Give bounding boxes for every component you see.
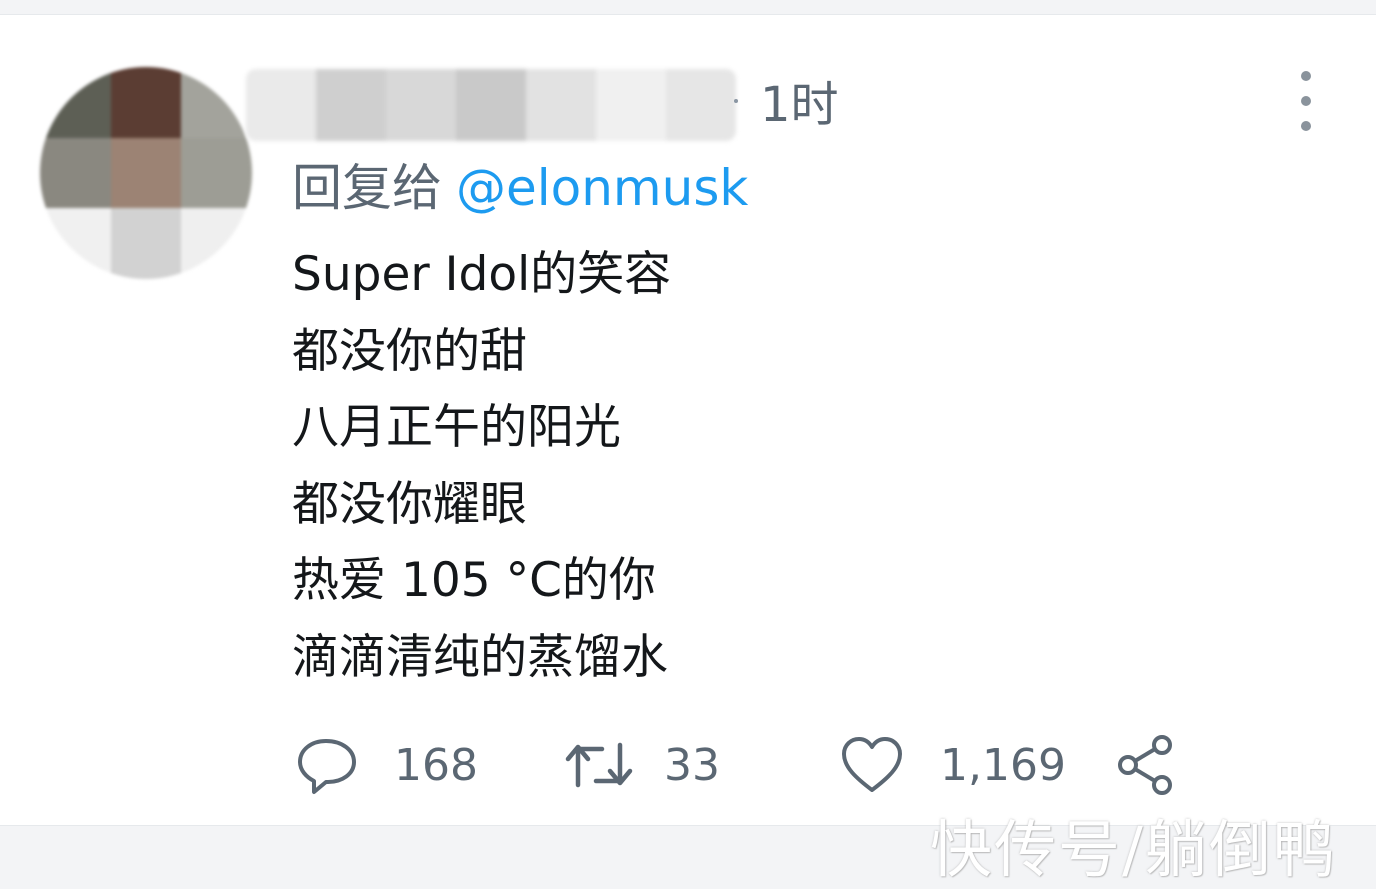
- reply-to-line: 回复给 @elonmusk: [292, 153, 748, 223]
- share-icon: [1118, 735, 1172, 795]
- like-icon: [842, 737, 902, 792]
- like-count: 1,169: [940, 739, 1066, 791]
- like-button[interactable]: 1,169: [840, 727, 1066, 803]
- reply-count: 168: [394, 739, 478, 791]
- retweet-count: 33: [664, 739, 720, 791]
- retweet-button[interactable]: 33: [564, 727, 720, 803]
- more-icon[interactable]: [1290, 71, 1322, 131]
- tweet-line: 都没你的甜: [292, 323, 527, 379]
- retweet-icon: [565, 742, 633, 788]
- share-button[interactable]: [1114, 727, 1178, 803]
- reply-button[interactable]: 168: [296, 727, 478, 803]
- mention-link[interactable]: @elonmusk: [456, 159, 748, 217]
- tweet-line: 都没你耀眼: [292, 476, 527, 532]
- tweet-card[interactable]: 1时 回复给 @elonmusk Super Idol的笑容 都没你的甜 八月正午…: [0, 14, 1376, 886]
- user-name-blurred[interactable]: [246, 69, 736, 141]
- tweet-time[interactable]: 1时: [760, 75, 839, 135]
- watermark: 快传号/躺倒鸭: [930, 813, 1337, 886]
- tweet-line: 八月正午的阳光: [292, 400, 621, 455]
- reply-prefix: 回复给: [292, 159, 442, 217]
- tweet-line: 滴滴清纯的蒸馏水: [292, 629, 668, 685]
- separator-dot: [734, 99, 738, 103]
- avatar[interactable]: [40, 67, 252, 279]
- tweet-line: 热爱 105 °C的你: [292, 553, 656, 608]
- reply-icon: [298, 739, 356, 794]
- action-bar: 168 33 1,169: [296, 727, 1196, 803]
- tweet-line: Super Idol的笑容: [292, 247, 672, 302]
- tweet-text: Super Idol的笑容 都没你的甜 八月正午的阳光 都没你耀眼 热爱 105…: [292, 237, 671, 696]
